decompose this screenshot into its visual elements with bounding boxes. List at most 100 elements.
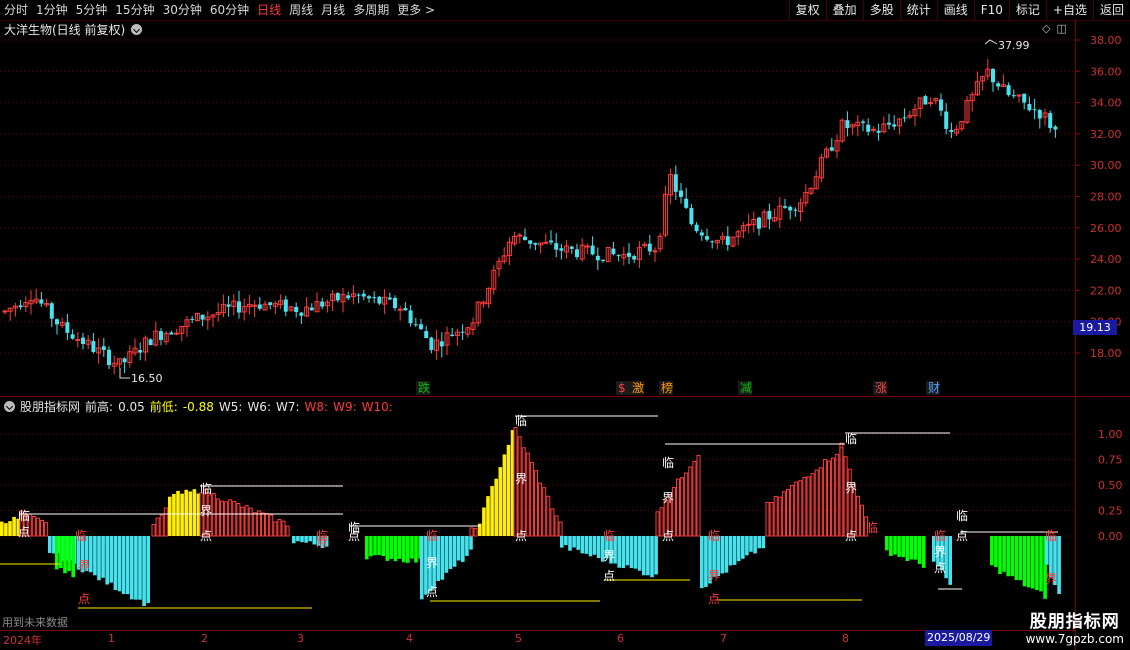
event-marker: 榜 (661, 380, 673, 395)
indicator-bar (629, 536, 634, 569)
candle-body (788, 206, 793, 211)
signal-label-lin: 临 (956, 509, 968, 523)
diamond-icon[interactable]: ◇ (1042, 22, 1050, 35)
indicator-bar (558, 521, 563, 537)
indicator-bar (749, 536, 753, 552)
indicator-bar (215, 498, 220, 537)
indicator-bar (482, 507, 486, 536)
indicator-bar (696, 454, 701, 537)
indicator-bar (285, 525, 290, 537)
indicator-bar (12, 516, 16, 536)
candle-body (1037, 109, 1042, 119)
indicator-bar (44, 522, 49, 537)
indicator-bar (617, 536, 621, 568)
indicator-bar (155, 517, 160, 537)
indicator-bar (847, 468, 852, 537)
indicator-bar (913, 536, 918, 560)
indicator-name[interactable]: 股朋指标网 (20, 398, 80, 415)
indicator-bar (650, 536, 654, 578)
signal-label-dian: 点 (708, 592, 720, 606)
indicator-bar (732, 536, 737, 565)
price-axis-label: 26.00 (1090, 222, 1122, 235)
indicator-bar (397, 536, 402, 559)
indicator-bar (765, 501, 770, 537)
indicator-bar (159, 514, 164, 537)
candle-body (523, 236, 527, 240)
signal-label-dian: 点 (956, 529, 968, 543)
candle-body (55, 319, 59, 325)
indicator-bar (220, 500, 224, 537)
w5-label: W5: (218, 399, 243, 414)
candle-body (268, 302, 273, 305)
panel-toggle-icon[interactable]: ◫ (1056, 22, 1066, 35)
indicator-bar (67, 536, 71, 572)
signal-label-jie: 界 (708, 569, 720, 583)
indicator-bar (461, 536, 465, 562)
indicator-bar (885, 536, 889, 551)
indicator-bar (101, 536, 105, 578)
indicator-bar (588, 536, 593, 557)
indicator-bar (117, 536, 122, 592)
indicator-bar (560, 536, 564, 548)
indicator-bar (692, 461, 697, 537)
candle-body (283, 299, 288, 312)
candle-body (902, 117, 907, 119)
indicator-bar (125, 536, 130, 595)
signal-label-dian: 点 (426, 585, 438, 599)
indicator-bar (389, 536, 394, 559)
candle-body (559, 248, 564, 251)
indicator-bar (584, 536, 589, 554)
chevron-down-icon[interactable] (131, 24, 143, 35)
indicator-bar (176, 490, 180, 536)
candle-body (861, 121, 865, 123)
candle-body (1022, 93, 1027, 103)
indicator-bar (777, 496, 782, 537)
indicator-bar (142, 536, 146, 607)
candle-body (174, 332, 180, 335)
indicator-bar (720, 536, 725, 574)
indicator-bar (897, 536, 901, 557)
indicator-bar (240, 506, 245, 537)
kline-chart[interactable]: 38.0036.0034.0032.0030.0028.0026.0024.00… (0, 0, 1130, 650)
indicator-bar (773, 495, 778, 537)
signal-label-dian: 点 (78, 592, 90, 606)
pane-divider[interactable] (0, 396, 1130, 397)
indicator-bar (146, 536, 150, 604)
indicator-bar (1026, 536, 1031, 588)
candle-body (627, 252, 631, 257)
indicator-bar (576, 536, 580, 550)
indicator-bar (921, 536, 926, 568)
candle-body (460, 331, 465, 333)
candle-body (1011, 95, 1016, 97)
indicator-bar (736, 536, 741, 562)
signal-label-jie: 界 (662, 491, 674, 505)
candle-body (226, 304, 231, 307)
candle-body (569, 246, 574, 249)
indicator-bar (281, 520, 286, 537)
date-tick: 4 (406, 632, 413, 645)
date-tick: 5 (515, 632, 522, 645)
indicator-bar (4, 523, 8, 536)
candle-body (356, 294, 361, 296)
indicator-bar (469, 536, 473, 550)
indicator-bar (228, 499, 233, 537)
indicator-bar (994, 536, 998, 568)
low-value: -0.88 (182, 399, 214, 414)
signal-label-dian: 点 (348, 529, 360, 543)
event-marker: 涨 (875, 380, 887, 395)
indicator-bar (757, 536, 761, 549)
candle-body (616, 255, 621, 257)
candle-body (439, 341, 444, 347)
candle-body (107, 349, 111, 366)
indicator-menu-icon[interactable] (4, 401, 15, 412)
indicator-bar (490, 486, 494, 536)
indicator-bar (265, 513, 270, 537)
candle-body (138, 350, 143, 353)
indicator-bar (564, 536, 568, 546)
indicator-bar (554, 515, 559, 537)
signal-label-jie: 界 (603, 549, 615, 563)
indicator-bar (700, 536, 704, 589)
indicator-bar (625, 536, 630, 566)
signal-label-lin: 临 (200, 482, 212, 496)
indicator-bar (381, 536, 385, 557)
